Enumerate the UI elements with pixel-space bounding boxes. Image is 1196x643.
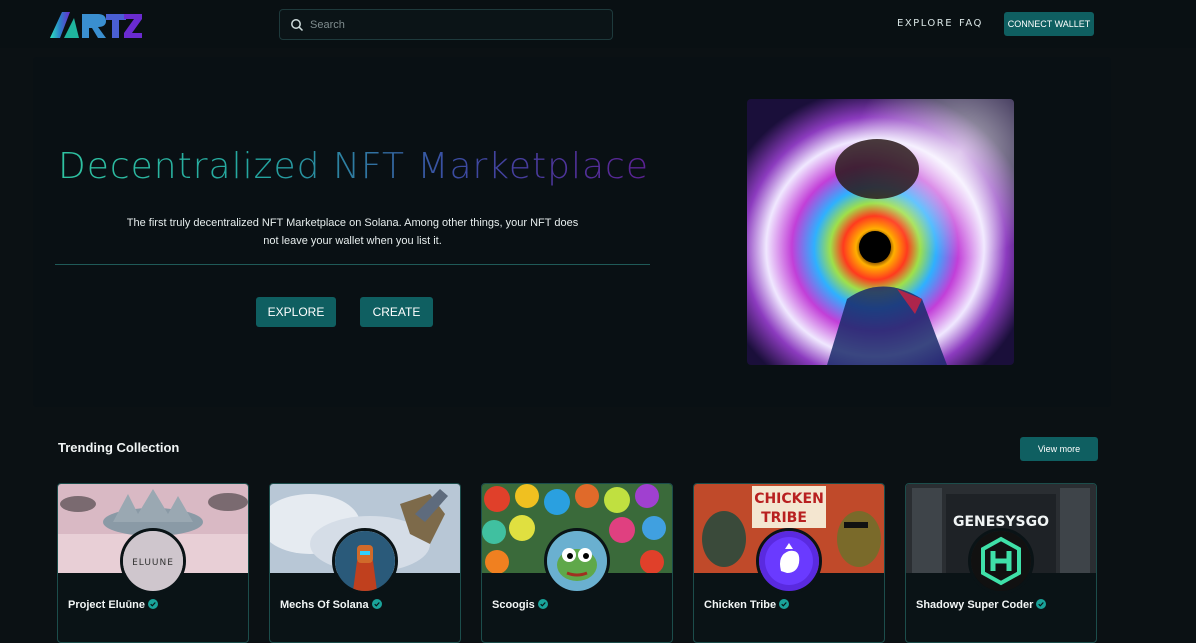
search-input[interactable] [310,12,600,37]
collection-name: Scoogis [492,599,548,611]
collection-avatar [756,528,822,594]
hero-divider [55,264,650,265]
artz-logo[interactable] [48,8,144,42]
svg-text:CHICKEN: CHICKEN [754,491,824,507]
collection-name: Shadowy Super Coder [916,599,1047,611]
featured-nft-artwork [747,99,1014,365]
collection-name: Project Eluūne [68,599,159,611]
svg-text:ELUUNE: ELUUNE [132,558,174,568]
collection-name: Mechs Of Solana [280,599,382,611]
hero-subtitle: The first truly decentralized NFT Market… [126,217,579,247]
collection-card[interactable]: GENESYSGO Shadowy Super Coder [905,483,1097,643]
collection-avatar [968,528,1034,594]
connect-wallet-button[interactable]: CONNECT WALLET [1004,12,1094,36]
collection-avatar: ELUUNE [120,528,186,594]
hero-title: Decentralized NFT Marketplace [58,146,658,187]
collection-card[interactable]: Mechs Of Solana [269,483,461,643]
collection-card[interactable]: ELUUNE Project Eluūne [57,483,249,643]
hero-explore-button[interactable]: EXPLORE [256,297,336,327]
verified-badge-icon [779,599,790,609]
featured-nft-image[interactable] [747,99,1014,365]
search-icon [291,19,304,32]
collection-card[interactable]: CHICKEN TRIBE Chicken Tribe [693,483,885,643]
hero-create-button[interactable]: CREATE [360,297,433,327]
nav-explore-link[interactable]: EXPLORE [897,18,953,29]
view-more-button[interactable]: View more [1020,437,1098,461]
trending-section-title: Trending Collection [58,440,180,455]
collection-card[interactable]: Scoogis [481,483,673,643]
verified-badge-icon [1036,599,1047,609]
top-navigation-bar: EXPLORE FAQ CONNECT WALLET [0,0,1196,48]
search-box[interactable] [279,9,613,40]
nav-faq-link[interactable]: FAQ [959,18,983,29]
verified-badge-icon [148,599,159,609]
collection-avatar [332,528,398,594]
svg-text:TRIBE: TRIBE [761,510,807,526]
verified-badge-icon [537,599,548,609]
collection-avatar [544,528,610,594]
collection-name: Chicken Tribe [704,599,790,611]
verified-badge-icon [371,599,382,609]
